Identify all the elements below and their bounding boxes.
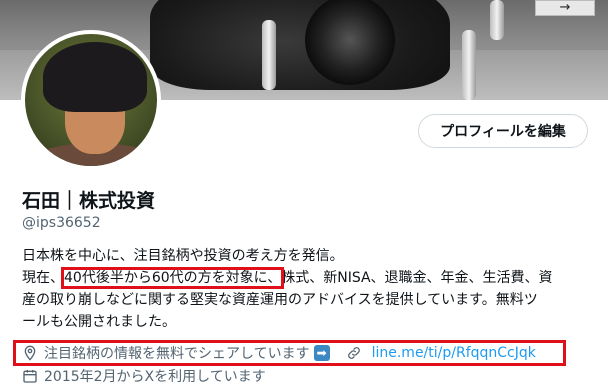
banner-bollard <box>262 20 276 90</box>
banner-car <box>150 0 450 90</box>
banner-bollard <box>490 0 504 40</box>
joined-date-row: 2015年2月からXを利用しています <box>22 366 266 386</box>
bio-line: 現在、40代後半から60代の方を対象に、株式、新NISA、退職金、年金、生活費、… <box>22 267 592 289</box>
calendar-icon <box>22 368 38 384</box>
location-pin-icon <box>22 345 38 361</box>
profile-bio: 日本株を中心に、注目銘柄や投資の考え方を発信。 現在、40代後半から60代の方を… <box>22 245 592 333</box>
bio-line: 日本株を中心に、注目銘柄や投資の考え方を発信。 <box>22 248 344 264</box>
edit-profile-button[interactable]: プロフィールを編集 <box>418 114 588 148</box>
bio-line: ールも公開されました。 <box>22 314 176 330</box>
bio-highlight: 40代後半から60代の方を対象に、 <box>60 267 285 289</box>
location-text: 注目銘柄の情報を無料でシェアしています <box>44 346 310 362</box>
display-name: 石田｜株式投資 <box>22 190 156 212</box>
joined-date-text: 2015年2月からXを利用しています <box>44 369 266 385</box>
banner-bollard <box>462 30 476 100</box>
profile-website-link[interactable]: line.me/ti/p/RfqqnCcJqk <box>372 345 536 361</box>
avatar[interactable] <box>21 30 161 170</box>
profile-meta-row: 注目銘柄の情報を無料でシェアしています ➡ line.me/ti/p/Rfqqn… <box>22 343 536 363</box>
right-arrow-icon: ➡ <box>313 345 330 361</box>
bio-text: 株式、新NISA、退職金、年金、生活費、資 <box>281 270 553 286</box>
link-icon <box>346 345 362 361</box>
avatar-hair <box>43 42 147 112</box>
bio-line: 産の取り崩しなどに関する堅実な資産運用のアドバイスを提供しています。無料ツ <box>22 292 538 308</box>
bio-text: 現在、 <box>22 270 64 286</box>
user-handle: @ips36652 <box>22 215 101 231</box>
banner-sign: → <box>535 0 595 16</box>
